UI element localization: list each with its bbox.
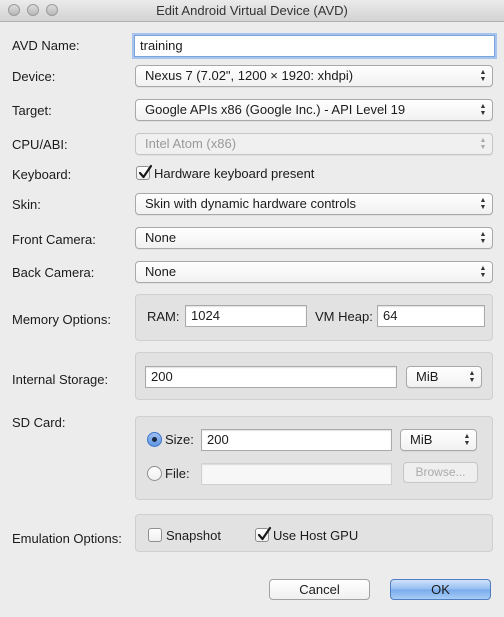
device-select-value: Nexus 7 (7.02", 1200 × 1920: xhdpi) [145,68,354,83]
up-down-arrows-icon: ▲ ▼ [479,265,487,279]
vm-heap-input[interactable]: 64 [377,305,485,327]
checkmark-icon [138,164,153,179]
internal-storage-input[interactable]: 200 [145,366,397,388]
hardware-keyboard-checkbox[interactable] [136,164,153,180]
sd-size-unit-select[interactable]: MiB ▲ ▼ [400,429,477,451]
sd-file-radio[interactable] [147,466,162,481]
device-label: Device: [12,69,56,84]
sd-file-label: File: [165,466,190,481]
avd-name-input[interactable]: training [134,35,495,57]
target-select-value: Google APIs x86 (Google Inc.) - API Leve… [145,102,406,117]
title-bar: Edit Android Virtual Device (AVD) [0,0,504,22]
sd-size-unit-value: MiB [410,432,433,447]
sd-size-label: Size: [165,432,194,447]
memory-options-panel: RAM: 1024 VM Heap: 64 [135,294,493,341]
back-camera-select-value: None [145,264,177,279]
up-down-arrows-icon: ▲ ▼ [479,69,487,83]
front-camera-select-value: None [145,230,177,245]
target-select[interactable]: Google APIs x86 (Google Inc.) - API Leve… [135,99,493,121]
internal-storage-unit-select[interactable]: MiB ▲ ▼ [406,366,482,388]
up-down-arrows-icon: ▲ ▼ [479,197,487,211]
avd-name-label: AVD Name: [12,38,80,53]
skin-select-value: Skin with dynamic hardware controls [145,196,356,211]
hardware-keyboard-label: Hardware keyboard present [154,166,315,181]
cpu-abi-select-value: Intel Atom (x86) [145,136,237,151]
use-host-gpu-checkbox[interactable] [255,526,272,542]
emulation-options-panel: Snapshot Use Host GPU [135,514,493,552]
cancel-button[interactable]: Cancel [269,579,370,600]
internal-storage-unit-value: MiB [416,369,439,384]
up-down-arrows-icon: ▲ ▼ [479,231,487,245]
back-camera-label: Back Camera: [12,265,95,280]
use-host-gpu-label: Use Host GPU [273,528,359,543]
internal-storage-label: Internal Storage: [12,372,109,387]
front-camera-label: Front Camera: [12,232,96,247]
sd-size-radio[interactable] [147,432,162,447]
keyboard-label: Keyboard: [12,167,72,182]
sd-card-label: SD Card: [12,415,66,430]
ok-button[interactable]: OK [390,579,491,600]
ram-label: RAM: [147,309,180,324]
checkmark-icon [257,526,272,541]
memory-options-label: Memory Options: [12,312,111,327]
cpu-abi-label: CPU/ABI: [12,137,68,152]
browse-button[interactable]: Browse... [403,462,478,483]
target-label: Target: [12,103,52,118]
up-down-arrows-icon: ▲ ▼ [479,103,487,117]
ram-input[interactable]: 1024 [185,305,307,327]
device-select[interactable]: Nexus 7 (7.02", 1200 × 1920: xhdpi) ▲ ▼ [135,65,493,87]
radio-dot-icon [152,437,157,442]
cpu-abi-select: Intel Atom (x86) ▲ ▼ [135,133,493,155]
sd-size-input[interactable]: 200 [201,429,392,451]
front-camera-select[interactable]: None ▲ ▼ [135,227,493,249]
sd-card-panel: Size: 200 MiB ▲ ▼ File: Browse... [135,416,493,500]
snapshot-checkbox[interactable] [148,528,162,542]
skin-select[interactable]: Skin with dynamic hardware controls ▲ ▼ [135,193,493,215]
sd-file-input[interactable] [201,463,392,485]
snapshot-label: Snapshot [166,528,221,543]
internal-storage-panel: 200 MiB ▲ ▼ [135,352,493,400]
back-camera-select[interactable]: None ▲ ▼ [135,261,493,283]
up-down-arrows-icon: ▲ ▼ [479,137,487,151]
up-down-arrows-icon: ▲ ▼ [468,370,476,384]
skin-label: Skin: [12,197,41,212]
vm-heap-label: VM Heap: [315,309,373,324]
up-down-arrows-icon: ▲ ▼ [463,433,471,447]
window-title: Edit Android Virtual Device (AVD) [156,3,348,18]
emulation-options-label: Emulation Options: [12,531,122,546]
